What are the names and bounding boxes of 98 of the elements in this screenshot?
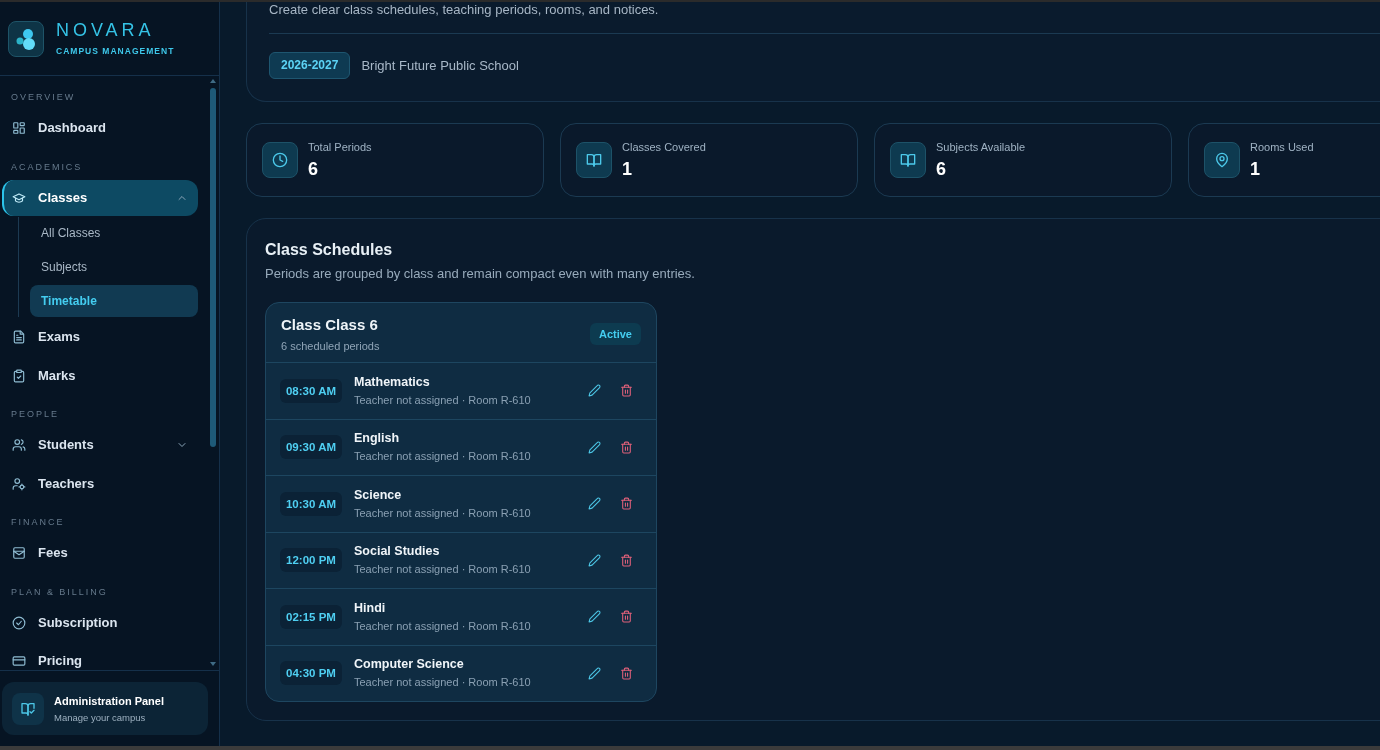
pencil-icon [587,497,601,511]
trash-icon [619,666,633,680]
edit-button[interactable] [586,552,602,569]
dashboard-grid-icon [12,121,26,135]
period-time: 12:00 PM [280,548,342,573]
nav-subitem[interactable]: All Classes [30,216,198,249]
section-heading: PEOPLE [10,408,60,421]
scroll-up-icon[interactable] [210,79,216,83]
period-details: Teacher not assigned · Room R-610 [354,392,532,408]
section-heading: FINANCE [10,516,66,529]
delete-button[interactable] [618,495,634,512]
pencil-icon [587,553,601,567]
edit-button[interactable] [586,608,602,625]
edit-button[interactable] [586,439,602,456]
period-details: Teacher not assigned · Room R-610 [354,505,532,521]
subject-name: Social Studies [354,543,441,561]
document-icon [12,330,26,344]
period-details: Teacher not assigned · Room R-610 [354,675,532,691]
nav-item[interactable]: Dashboard [2,110,198,146]
book-icon [890,142,926,178]
nav-item[interactable]: Exams [2,319,198,355]
nav-item[interactable]: Teachers [2,465,198,502]
graduation-cap-icon [12,190,26,205]
status-badge: Active [589,323,641,345]
section-heading: OVERVIEW [10,91,77,104]
brand-tagline: CAMPUS MANAGEMENT [56,45,175,57]
book-check-icon [12,692,44,725]
stat-value: 6 [936,158,947,180]
period-time: 08:30 AM [280,378,342,403]
section-heading: PLAN & BILLING [10,585,109,599]
credit-card-icon [12,654,26,668]
subject-name: Science [354,486,403,504]
pencil-icon [587,666,601,680]
nav-item[interactable]: Pricing [2,643,198,670]
class-title: Class Class 6 [281,316,379,334]
trash-icon [619,610,633,624]
logo-icon [8,20,44,57]
page-description: Create clear class schedules, teaching periods, rooms, and notices. [269,2,660,18]
edit-button[interactable] [586,665,602,682]
pencil-icon [587,384,601,398]
stat-value: 6 [308,158,319,180]
pencil-icon [587,440,601,454]
panel-subtitle: Manage your campus [54,710,147,724]
panel-title: Administration Panel [54,693,165,708]
trash-icon [619,497,633,511]
nav-subitem[interactable]: Timetable [30,284,198,317]
period-count: 6 scheduled periods [281,339,380,353]
period-time: 09:30 AM [280,435,342,460]
period-time: 04:30 PM [280,661,342,686]
stat-value: 1 [1250,158,1261,180]
nav-item[interactable]: Fees [2,535,198,571]
clipboard-check-icon [12,368,26,383]
book-icon [576,142,612,178]
admin-panel-card[interactable]: Administration Panel Manage your campus [2,682,208,735]
delete-button[interactable] [618,665,634,682]
delete-button[interactable] [618,382,634,399]
archive-icon [12,546,26,560]
stat-label: Total Periods [308,140,372,154]
nav-subitem[interactable]: Subjects [30,250,198,283]
map-pin-icon [1204,142,1240,178]
panel-title: Class Schedules [265,240,394,260]
user-gear-icon [12,476,26,491]
delete-button[interactable] [618,552,634,569]
nav-item[interactable]: Students [2,427,198,463]
subject-name: Mathematics [354,373,431,391]
delete-button[interactable] [618,439,634,456]
stat-label: Subjects Available [936,140,1026,154]
stat-label: Classes Covered [622,140,706,154]
period-details: Teacher not assigned · Room R-610 [354,618,532,634]
subject-name: Hindi [354,599,387,617]
nav-item[interactable]: Subscription [2,604,198,641]
subject-name: English [354,430,401,448]
subject-name: Computer Science [354,656,465,674]
brand-name: NOVARA [56,20,156,40]
period-time: 02:15 PM [280,604,342,629]
section-heading: ACADEMICS [10,160,84,174]
nav-item[interactable]: Marks [2,357,198,394]
period-details: Teacher not assigned · Room R-610 [354,449,532,465]
edit-button[interactable] [586,495,602,512]
scrollbar-thumb[interactable] [210,88,216,447]
period-details: Teacher not assigned · Room R-610 [354,562,532,578]
panel-subtitle: Periods are grouped by class and remain compact even with many entries. [265,266,696,282]
clock-icon [262,142,298,178]
school-name: Bright Future Public School [361,56,519,75]
edit-button[interactable] [586,382,602,399]
stat-label: Rooms Used [1250,140,1314,154]
trash-icon [619,384,633,398]
nav-item[interactable]: Classes [2,179,198,216]
scroll-down-icon[interactable] [210,662,216,666]
pencil-icon [587,610,601,624]
trash-icon [619,553,633,567]
trash-icon [619,440,633,454]
period-time: 10:30 AM [280,491,342,516]
check-circle-icon [12,615,26,630]
delete-button[interactable] [618,608,634,625]
users-icon [12,438,26,452]
stat-value: 1 [622,158,633,180]
academic-year-badge: 2026-2027 [269,52,351,79]
